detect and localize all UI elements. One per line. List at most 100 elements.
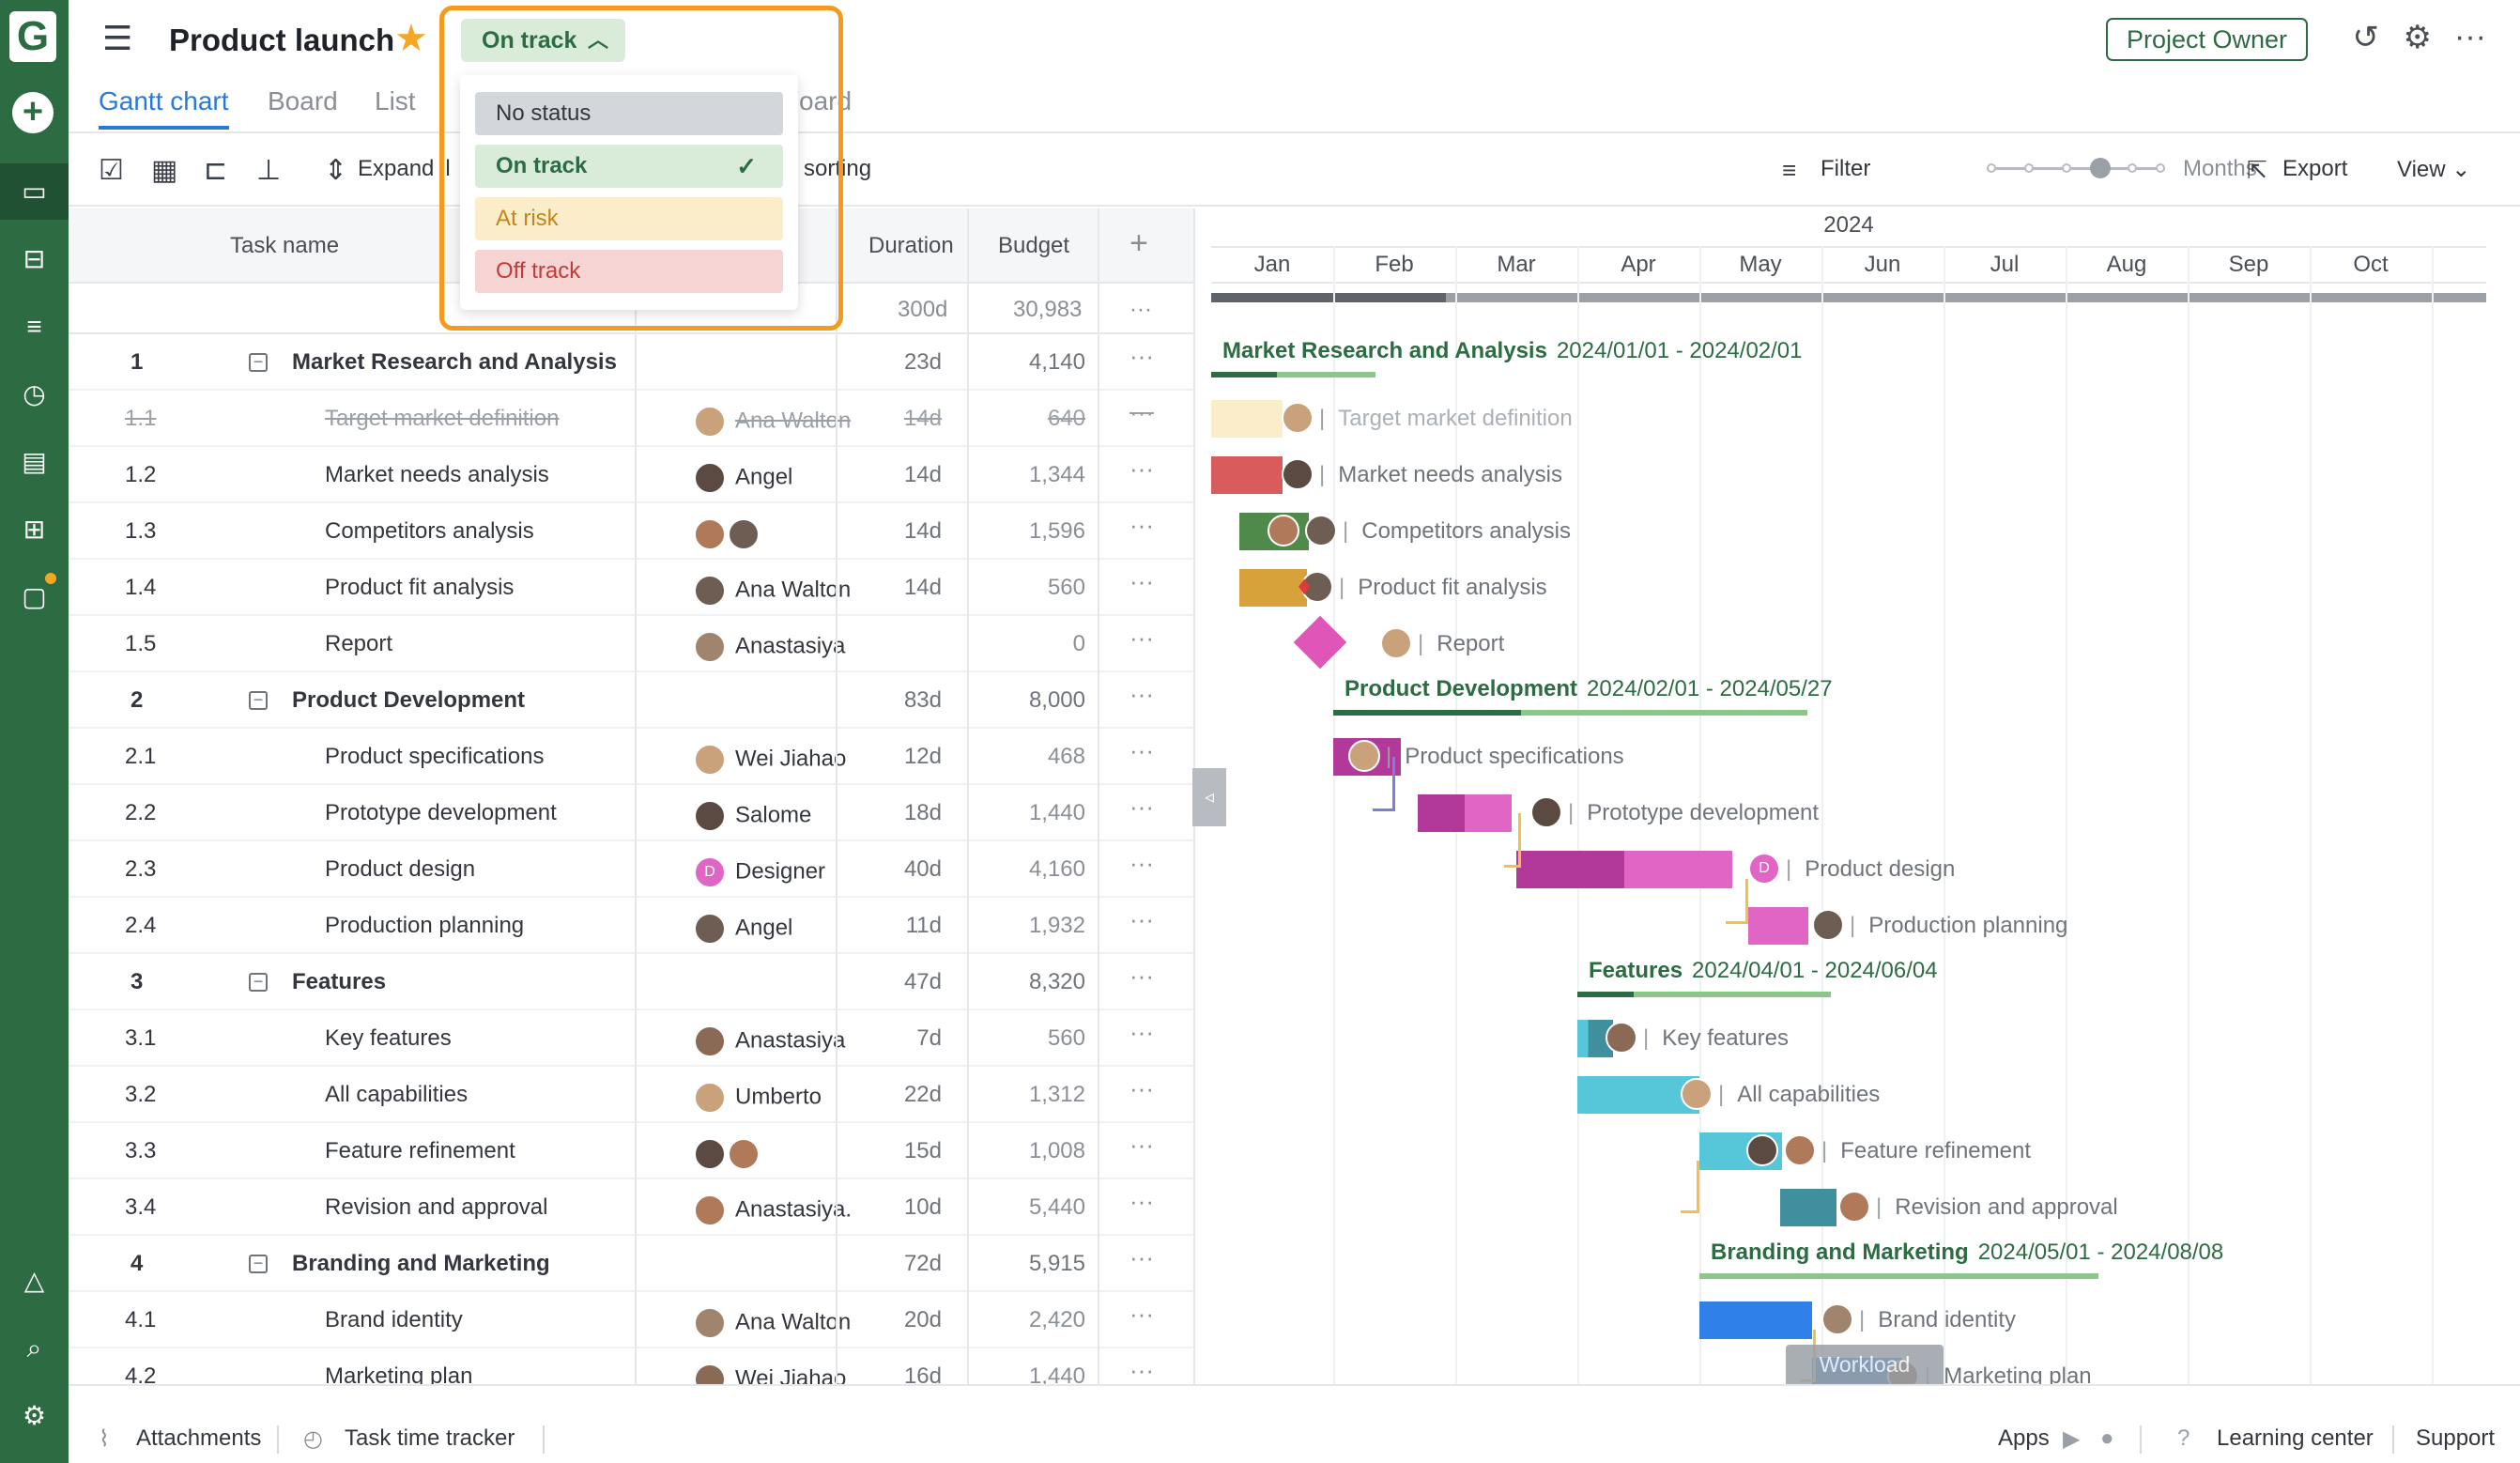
- zoom-slider[interactable]: [1987, 158, 2165, 178]
- collapse-icon[interactable]: −: [249, 973, 268, 992]
- task-row[interactable]: 1.2 Market needs analysis Angel 14d 1,344 ···: [69, 447, 1195, 503]
- dependency-link[interactable]: [1373, 757, 1395, 811]
- task-name[interactable]: All capabilities: [325, 1082, 468, 1108]
- bell-icon[interactable]: △: [0, 1253, 69, 1309]
- task-name[interactable]: Product design: [325, 856, 475, 883]
- task-row[interactable]: 2.1 Product specifications Wei Jiahao 12d 46…: [69, 729, 1195, 785]
- assignee-cell[interactable]: [694, 1138, 761, 1170]
- duration-cell[interactable]: 22d: [838, 1082, 942, 1108]
- task-name[interactable]: Market needs analysis: [325, 462, 549, 488]
- export-button[interactable]: Export: [2282, 156, 2347, 182]
- duration-cell[interactable]: 10d: [838, 1194, 942, 1221]
- task-name[interactable]: Key features: [325, 1025, 452, 1052]
- duration-cell[interactable]: 14d: [838, 575, 942, 601]
- filter-button[interactable]: Filter: [1821, 156, 1870, 182]
- assignee-cell[interactable]: Anastasiya.: [694, 1194, 852, 1226]
- attachments-button[interactable]: Attachments: [136, 1425, 261, 1452]
- status-option-no-status[interactable]: No status: [475, 92, 783, 135]
- duration-cell[interactable]: 47d: [838, 969, 942, 995]
- filter-icon[interactable]: ≡: [1782, 156, 1796, 185]
- task-bar[interactable]: [1211, 400, 1283, 438]
- briefcase-icon[interactable]: ⊟: [0, 231, 69, 287]
- row-more-icon[interactable]: ···: [1129, 342, 1154, 371]
- export-icon[interactable]: ⇱: [2247, 156, 2267, 185]
- task-bar[interactable]: [1211, 456, 1283, 494]
- tab-gantt-chart[interactable]: Gantt chart: [99, 86, 229, 130]
- task-row[interactable]: 2.4 Production planning Angel 11d 1,932 ···: [69, 898, 1195, 954]
- row-more-icon[interactable]: ···: [1129, 1243, 1154, 1272]
- dependency-link[interactable]: [1504, 813, 1521, 868]
- row-more-icon[interactable]: ···: [1129, 793, 1154, 822]
- totals-more-icon[interactable]: ···: [1129, 297, 1152, 323]
- task-label[interactable]: | Key features: [1643, 1025, 1789, 1052]
- task-row[interactable]: 3.4 Revision and approval Anastasiya. 10d 5,…: [69, 1179, 1195, 1236]
- task-name[interactable]: Features: [292, 969, 386, 995]
- budget-cell[interactable]: 0: [951, 631, 1085, 657]
- apps-button[interactable]: Apps: [1998, 1425, 2050, 1452]
- checkbox-icon[interactable]: ☑: [99, 154, 124, 187]
- grid-icon[interactable]: ⊞: [0, 501, 69, 558]
- group-row[interactable]: 3 − Features 47d 8,320 ···: [69, 954, 1195, 1010]
- star-icon[interactable]: ★: [394, 17, 428, 60]
- assignee-cell[interactable]: Angel: [694, 462, 792, 494]
- status-option-at-risk[interactable]: At risk: [475, 197, 783, 240]
- gear-icon[interactable]: ⚙: [0, 1388, 69, 1444]
- project-owner-button[interactable]: Project Owner: [2106, 18, 2308, 61]
- task-time-tracker-button[interactable]: Task time tracker: [345, 1425, 515, 1452]
- row-more-icon[interactable]: ···: [1129, 1131, 1154, 1160]
- row-more-icon[interactable]: ···: [1129, 511, 1154, 540]
- task-name[interactable]: Brand identity: [325, 1307, 463, 1333]
- row-more-icon[interactable]: ···: [1129, 1356, 1154, 1384]
- assignee-cell[interactable]: D Designer: [694, 856, 825, 888]
- task-label[interactable]: | Report: [1418, 631, 1504, 657]
- duration-cell[interactable]: 72d: [838, 1251, 942, 1277]
- task-row[interactable]: 3.1 Key features Anastasiya 7d 560 ···: [69, 1010, 1195, 1067]
- task-name[interactable]: Marketing plan: [325, 1363, 472, 1384]
- assignee-cell[interactable]: Salome: [694, 800, 811, 832]
- budget-cell[interactable]: 1,312: [951, 1082, 1085, 1108]
- task-name[interactable]: Branding and Marketing: [292, 1251, 550, 1277]
- assignee-cell[interactable]: Umberto: [694, 1082, 822, 1114]
- task-label[interactable]: | Brand identity: [1859, 1307, 2016, 1333]
- budget-cell[interactable]: 4,140: [951, 349, 1085, 376]
- budget-cell[interactable]: 1,440: [951, 800, 1085, 826]
- row-more-icon[interactable]: ···: [1129, 680, 1154, 709]
- column-header-duration[interactable]: Duration: [868, 233, 954, 259]
- row-more-icon[interactable]: ···: [1129, 1187, 1154, 1216]
- task-bar[interactable]: [1418, 794, 1512, 832]
- task-label[interactable]: | Market needs analysis: [1319, 462, 1562, 488]
- budget-cell[interactable]: 468: [951, 744, 1085, 770]
- group-summary-bar[interactable]: [1699, 1273, 2098, 1279]
- tab-board[interactable]: Board: [268, 86, 338, 130]
- folder-icon[interactable]: ▭: [0, 163, 69, 220]
- assignee-cell[interactable]: Anastasiya: [694, 1025, 845, 1057]
- support-link[interactable]: Support: [2416, 1425, 2495, 1452]
- report-icon[interactable]: ▤: [0, 434, 69, 490]
- duration-cell[interactable]: 40d: [838, 856, 942, 883]
- hierarchy-icon[interactable]: ⊏: [204, 154, 227, 187]
- view-button[interactable]: View ⌄: [2397, 156, 2470, 183]
- task-row[interactable]: 1.3 Competitors analysis 14d 1,596 ···: [69, 503, 1195, 560]
- assignee-cell[interactable]: [694, 518, 761, 550]
- zoom-handle[interactable]: [2090, 158, 2111, 178]
- duration-cell[interactable]: 14d: [838, 462, 942, 488]
- task-name[interactable]: Revision and approval: [325, 1194, 547, 1221]
- assignee-cell[interactable]: Ana Walton: [694, 1307, 851, 1339]
- budget-cell[interactable]: 1,008: [951, 1138, 1085, 1164]
- task-name[interactable]: Prototype development: [325, 800, 557, 826]
- duration-cell[interactable]: 20d: [838, 1307, 942, 1333]
- duration-cell[interactable]: 11d: [838, 913, 942, 939]
- task-name[interactable]: Report: [325, 631, 392, 657]
- row-more-icon[interactable]: ···: [1129, 1018, 1154, 1047]
- budget-cell[interactable]: 1,440: [951, 1363, 1085, 1384]
- collapse-icon[interactable]: −: [249, 1255, 268, 1273]
- task-name[interactable]: Competitors analysis: [325, 518, 534, 545]
- learning-center-link[interactable]: Learning center: [2217, 1425, 2374, 1452]
- task-name[interactable]: Market Research and Analysis: [292, 349, 617, 376]
- workload-button[interactable]: Workload: [1786, 1345, 1944, 1384]
- duration-cell[interactable]: 15d: [838, 1138, 942, 1164]
- task-label[interactable]: | Product fit analysis: [1339, 575, 1547, 601]
- column-header-task-name[interactable]: Task name: [230, 233, 339, 259]
- budget-cell[interactable]: 1,344: [951, 462, 1085, 488]
- task-label[interactable]: | Prototype development: [1568, 800, 1819, 826]
